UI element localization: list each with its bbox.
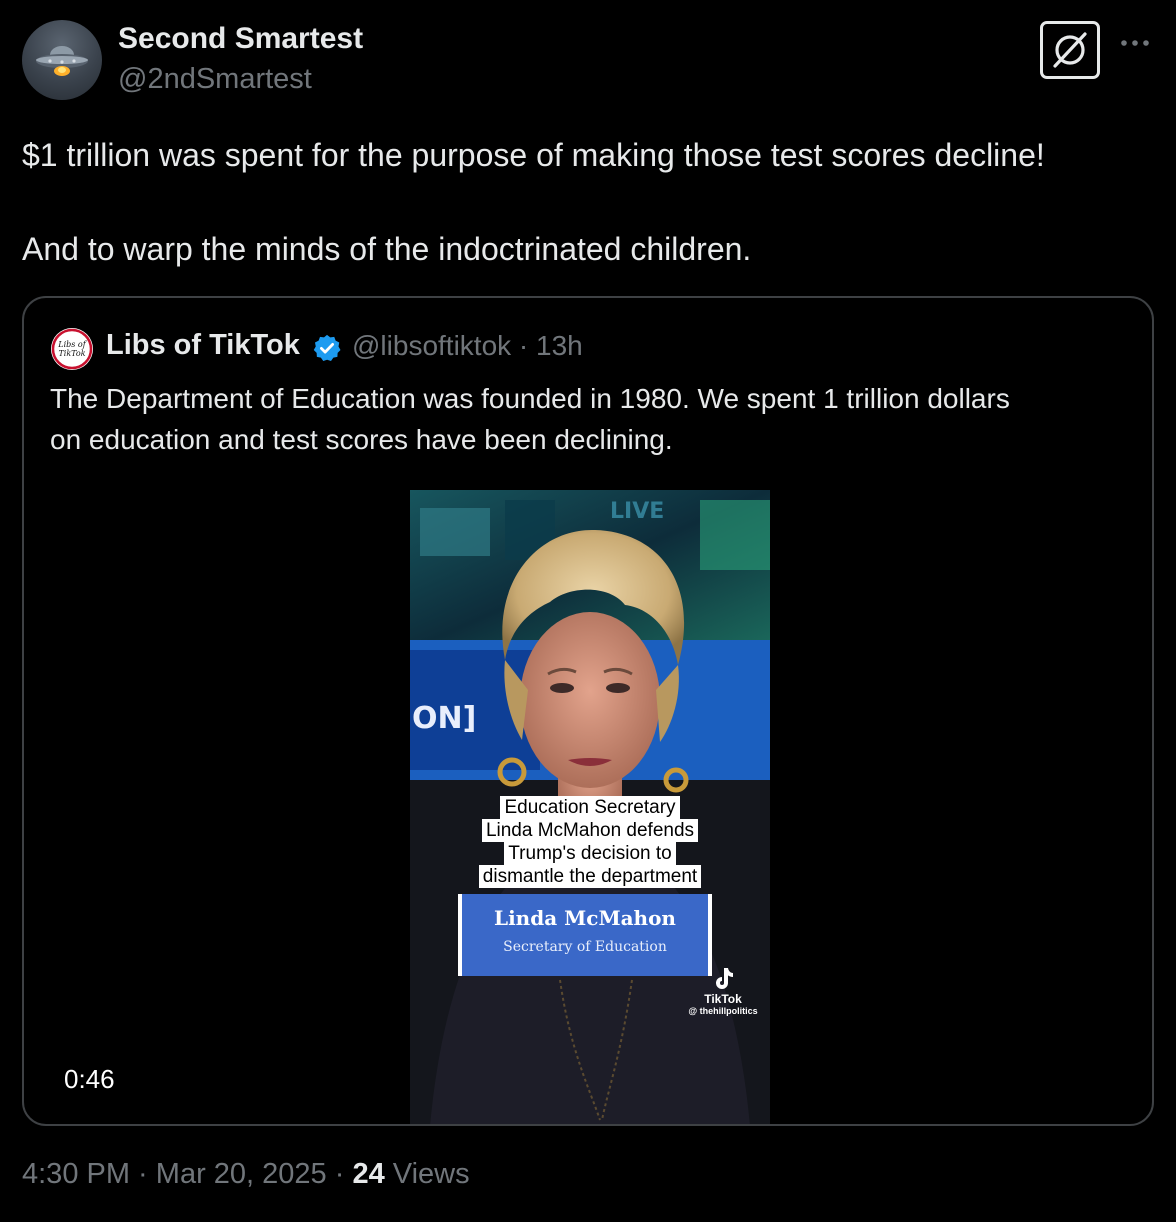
grok-icon — [1053, 32, 1087, 68]
quoted-meta: @libsoftiktok · 13h — [352, 330, 583, 362]
caption-line: Education Secretary — [500, 796, 680, 819]
tweet: Second Smartest @2ndSmartest $1 trillion… — [0, 0, 1176, 1222]
post-time[interactable]: 4:30 PM — [22, 1158, 130, 1190]
quoted-text-line: on education and test scores have been d… — [50, 424, 673, 455]
author-avatar[interactable] — [22, 20, 102, 100]
quoted-text-line: The Department of Education was founded … — [50, 383, 1010, 414]
quoted-tweet[interactable]: Libs of TikTok Libs of TikTok @libsoftik… — [22, 296, 1154, 1126]
lower-third-banner: Linda McMahon Secretary of Education — [462, 894, 708, 976]
more-options-button[interactable] — [1118, 28, 1152, 58]
caption-line: dismantle the department — [478, 865, 702, 888]
verified-badge-icon — [313, 334, 341, 361]
live-sign-text: LIVE — [610, 499, 664, 524]
tiktok-username: @ thehillpolitics — [688, 1006, 758, 1016]
tweet-text: $1 trillion was spent for the purpose of… — [22, 132, 1162, 273]
caption-line: Linda McMahon defends — [481, 819, 699, 842]
caption-line: Trump's decision to — [504, 842, 676, 865]
author-handle[interactable]: @2ndSmartest — [118, 63, 312, 96]
tiktok-brand: TikTok — [704, 992, 742, 1006]
quoted-author-name[interactable]: Libs of TikTok — [106, 329, 300, 362]
video-duration: 0:46 — [64, 1064, 115, 1094]
tweet-text-line: $1 trillion was spent for the purpose of… — [22, 137, 1045, 173]
lower-third-title: Secretary of Education — [503, 939, 667, 955]
lower-third-name: Linda McMahon — [494, 906, 676, 930]
libs-of-tiktok-logo-icon: Libs of TikTok — [51, 328, 93, 370]
tiktok-logo-icon — [716, 968, 733, 989]
tweet-text-line: And to warp the minds of the indoctrinat… — [22, 231, 752, 267]
views-count[interactable]: 24 — [352, 1158, 384, 1190]
logo-text-top: Libs of — [57, 340, 87, 349]
tweet-footer: 4:30 PM · Mar 20, 2025 · 24 Views — [22, 1158, 470, 1191]
grok-button[interactable] — [1040, 21, 1100, 79]
footer-separator: · — [326, 1158, 353, 1190]
video-caption: Education Secretary Linda McMahon defend… — [410, 796, 770, 888]
background-sign-text: ON] — [412, 701, 476, 736]
footer-separator: · — [130, 1158, 156, 1190]
quoted-text: The Department of Education was founded … — [50, 378, 1130, 460]
views-label: Views — [384, 1158, 470, 1190]
meta-separator: · — [511, 330, 537, 361]
post-date[interactable]: Mar 20, 2025 — [156, 1158, 327, 1190]
quoted-author-avatar[interactable]: Libs of TikTok — [51, 328, 93, 370]
author-name[interactable]: Second Smartest — [118, 22, 363, 56]
quoted-author-handle[interactable]: @libsoftiktok — [352, 330, 511, 361]
video-player[interactable]: ON] LIVE Education Secretary Linda McMah… — [410, 490, 770, 1124]
more-dots-icon — [1121, 40, 1149, 46]
quoted-timestamp[interactable]: 13h — [536, 330, 583, 361]
logo-text-bottom: TikTok — [58, 349, 85, 358]
ufo-icon — [36, 46, 88, 76]
tiktok-watermark: TikTok @ thehillpolitics — [678, 966, 768, 1016]
